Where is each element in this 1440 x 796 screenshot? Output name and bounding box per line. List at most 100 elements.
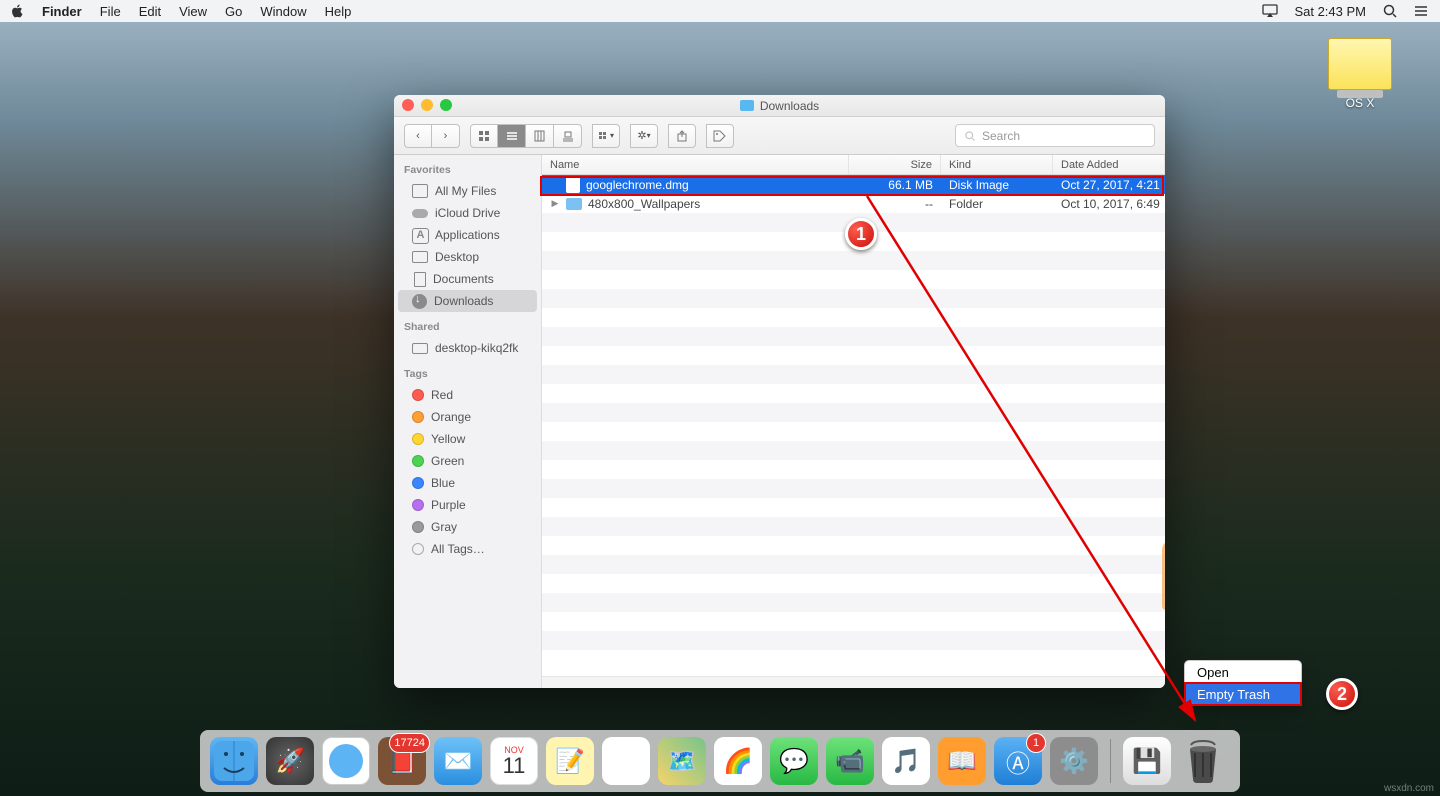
sidebar-item-downloads[interactable]: Downloads	[398, 290, 537, 312]
action-button[interactable]: ✲ ▾	[630, 124, 658, 148]
back-button[interactable]: ‹	[404, 124, 432, 148]
file-row[interactable]: googlechrome.dmg 66.1 MB Disk Image Oct …	[542, 175, 1165, 194]
column-header-row: Name Size Kind Date Added	[542, 155, 1165, 175]
sidebar-all-tags[interactable]: All Tags…	[398, 538, 537, 560]
dock-maps-icon[interactable]: 🗺️	[658, 737, 706, 785]
tags-button[interactable]	[706, 124, 734, 148]
menu-window[interactable]: Window	[260, 4, 306, 19]
finder-window: Downloads ‹ › ▾ ✲ ▾ Search	[394, 95, 1165, 688]
sidebar-item-desktop[interactable]: Desktop	[398, 246, 537, 268]
dock-facetime-icon[interactable]: 📹	[826, 737, 874, 785]
dock-launchpad-icon[interactable]: 🚀	[266, 737, 314, 785]
menu-go[interactable]: Go	[225, 4, 242, 19]
file-kind: Disk Image	[941, 178, 1053, 192]
dock-contacts-icon[interactable]: 📕17724	[378, 737, 426, 785]
sidebar-shared-header: Shared	[394, 312, 541, 337]
sidebar-item-icloud[interactable]: iCloud Drive	[398, 202, 537, 224]
window-close-button[interactable]	[402, 99, 414, 111]
dock-reminders-icon[interactable]: ☑︎	[602, 737, 650, 785]
sidebar-tag-green[interactable]: Green	[398, 450, 537, 472]
file-name: googlechrome.dmg	[586, 178, 689, 192]
sidebar-tags-header: Tags	[394, 359, 541, 384]
view-coverflow-button[interactable]	[554, 124, 582, 148]
dock-ibooks-icon[interactable]: 📖	[938, 737, 986, 785]
dock-mail-icon[interactable]: ✉️	[434, 737, 482, 785]
sidebar-item-label: Gray	[431, 520, 457, 534]
all-files-icon	[412, 184, 428, 198]
dock-itunes-icon[interactable]: 🎵	[882, 737, 930, 785]
file-date: Oct 10, 2017, 6:49	[1053, 197, 1165, 211]
sidebar-item-shared-computer[interactable]: desktop-kikq2fk	[398, 337, 537, 359]
context-menu-open[interactable]: Open	[1185, 661, 1301, 683]
downloads-icon	[412, 294, 427, 309]
file-icon	[566, 177, 580, 193]
dock-appstore-icon[interactable]: Ⓐ1	[994, 737, 1042, 785]
tag-dot-icon	[412, 389, 424, 401]
sidebar-tag-yellow[interactable]: Yellow	[398, 428, 537, 450]
context-menu-empty-trash[interactable]: Empty Trash	[1185, 683, 1301, 705]
dock-badge: 1	[1026, 733, 1046, 753]
column-header-date[interactable]: Date Added	[1053, 155, 1165, 174]
window-minimize-button[interactable]	[421, 99, 433, 111]
sidebar-item-applications[interactable]: Applications	[398, 224, 537, 246]
search-field[interactable]: Search	[955, 124, 1155, 147]
view-column-button[interactable]	[526, 124, 554, 148]
desktop-drive[interactable]: OS X	[1320, 38, 1400, 110]
forward-button[interactable]: ›	[432, 124, 460, 148]
dock-trash-icon[interactable]	[1179, 737, 1227, 785]
window-zoom-button[interactable]	[440, 99, 452, 111]
dock-finder-icon[interactable]	[210, 737, 258, 785]
column-header-name[interactable]: Name	[542, 155, 849, 174]
tag-dot-icon	[412, 521, 424, 533]
menu-view[interactable]: View	[179, 4, 207, 19]
dock-systemprefs-icon[interactable]: ⚙️	[1050, 737, 1098, 785]
file-kind: Folder	[941, 197, 1053, 211]
view-icon-button[interactable]	[470, 124, 498, 148]
dock-safari-icon[interactable]	[322, 737, 370, 785]
sidebar-item-all-my-files[interactable]: All My Files	[398, 180, 537, 202]
column-header-kind[interactable]: Kind	[941, 155, 1053, 174]
menubar-clock[interactable]: Sat 2:43 PM	[1294, 4, 1366, 19]
share-button[interactable]	[668, 124, 696, 148]
arrange-button[interactable]: ▾	[592, 124, 620, 148]
sidebar-tag-gray[interactable]: Gray	[398, 516, 537, 538]
window-titlebar[interactable]: Downloads	[394, 95, 1165, 117]
tag-dot-icon	[412, 477, 424, 489]
dock-calendar-icon[interactable]: NOV11	[490, 737, 538, 785]
menu-file[interactable]: File	[100, 4, 121, 19]
folder-icon	[566, 198, 582, 210]
sidebar-item-label: Blue	[431, 476, 455, 490]
airplay-icon[interactable]	[1262, 3, 1278, 19]
finder-content: Name Size Kind Date Added googlechrome.d…	[542, 155, 1165, 688]
desktop-icon	[412, 251, 428, 263]
sidebar-item-label: Applications	[435, 228, 500, 242]
dock-recent-icon[interactable]: 💾	[1123, 737, 1171, 785]
sidebar-item-documents[interactable]: Documents	[398, 268, 537, 290]
tag-dot-icon	[412, 455, 424, 467]
menu-help[interactable]: Help	[325, 4, 352, 19]
menubar-app-name[interactable]: Finder	[42, 4, 82, 19]
horizontal-scrollbar[interactable]	[542, 676, 1165, 688]
dock-separator	[1110, 739, 1111, 783]
file-row[interactable]: ▶480x800_Wallpapers -- Folder Oct 10, 20…	[542, 194, 1165, 213]
dock-messages-icon[interactable]: 💬	[770, 737, 818, 785]
sidebar-tag-purple[interactable]: Purple	[398, 494, 537, 516]
spotlight-icon[interactable]	[1382, 3, 1398, 19]
tag-dot-icon	[412, 433, 424, 445]
column-header-size[interactable]: Size	[849, 155, 941, 174]
dock-notes-icon[interactable]: 📝	[546, 737, 594, 785]
monitor-icon	[412, 343, 428, 354]
documents-icon	[414, 272, 426, 287]
tag-dot-icon	[412, 499, 424, 511]
menu-edit[interactable]: Edit	[139, 4, 161, 19]
notification-center-icon[interactable]	[1414, 3, 1430, 19]
file-date: Oct 27, 2017, 4:21	[1053, 178, 1165, 192]
sidebar-tag-red[interactable]: Red	[398, 384, 537, 406]
sidebar-tag-orange[interactable]: Orange	[398, 406, 537, 428]
sidebar-tag-blue[interactable]: Blue	[398, 472, 537, 494]
dock-photos-icon[interactable]: 🌈	[714, 737, 762, 785]
apple-menu-icon[interactable]	[10, 4, 24, 18]
disclosure-icon[interactable]: ▶	[550, 198, 560, 209]
view-list-button[interactable]	[498, 124, 526, 148]
sidebar-item-label: Purple	[431, 498, 466, 512]
